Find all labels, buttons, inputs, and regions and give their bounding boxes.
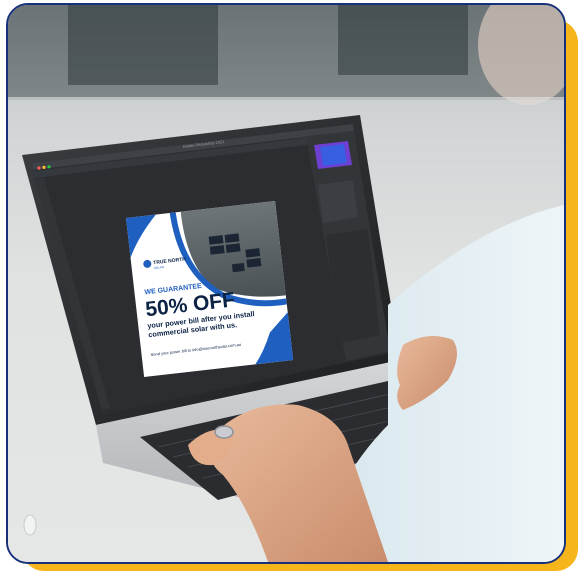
close-dot-icon bbox=[37, 166, 41, 170]
minimize-dot-icon bbox=[42, 165, 46, 169]
blurred-chair-left bbox=[68, 5, 218, 85]
earbud bbox=[23, 514, 37, 536]
laptop-photo: Adobe Photoshop 2021 TRUE NORTH SOLAR WE… bbox=[6, 3, 566, 564]
blurred-chair-right bbox=[338, 5, 468, 75]
maximize-dot-icon bbox=[47, 165, 51, 169]
layers-panel bbox=[318, 180, 358, 223]
ring-icon bbox=[214, 425, 234, 439]
ad-artboard: TRUE NORTH SOLAR WE GUARANTEE 50% OFF yo… bbox=[126, 201, 294, 377]
color-field bbox=[320, 144, 347, 166]
photo-scene: Adobe Photoshop 2021 TRUE NORTH SOLAR WE… bbox=[8, 5, 564, 562]
